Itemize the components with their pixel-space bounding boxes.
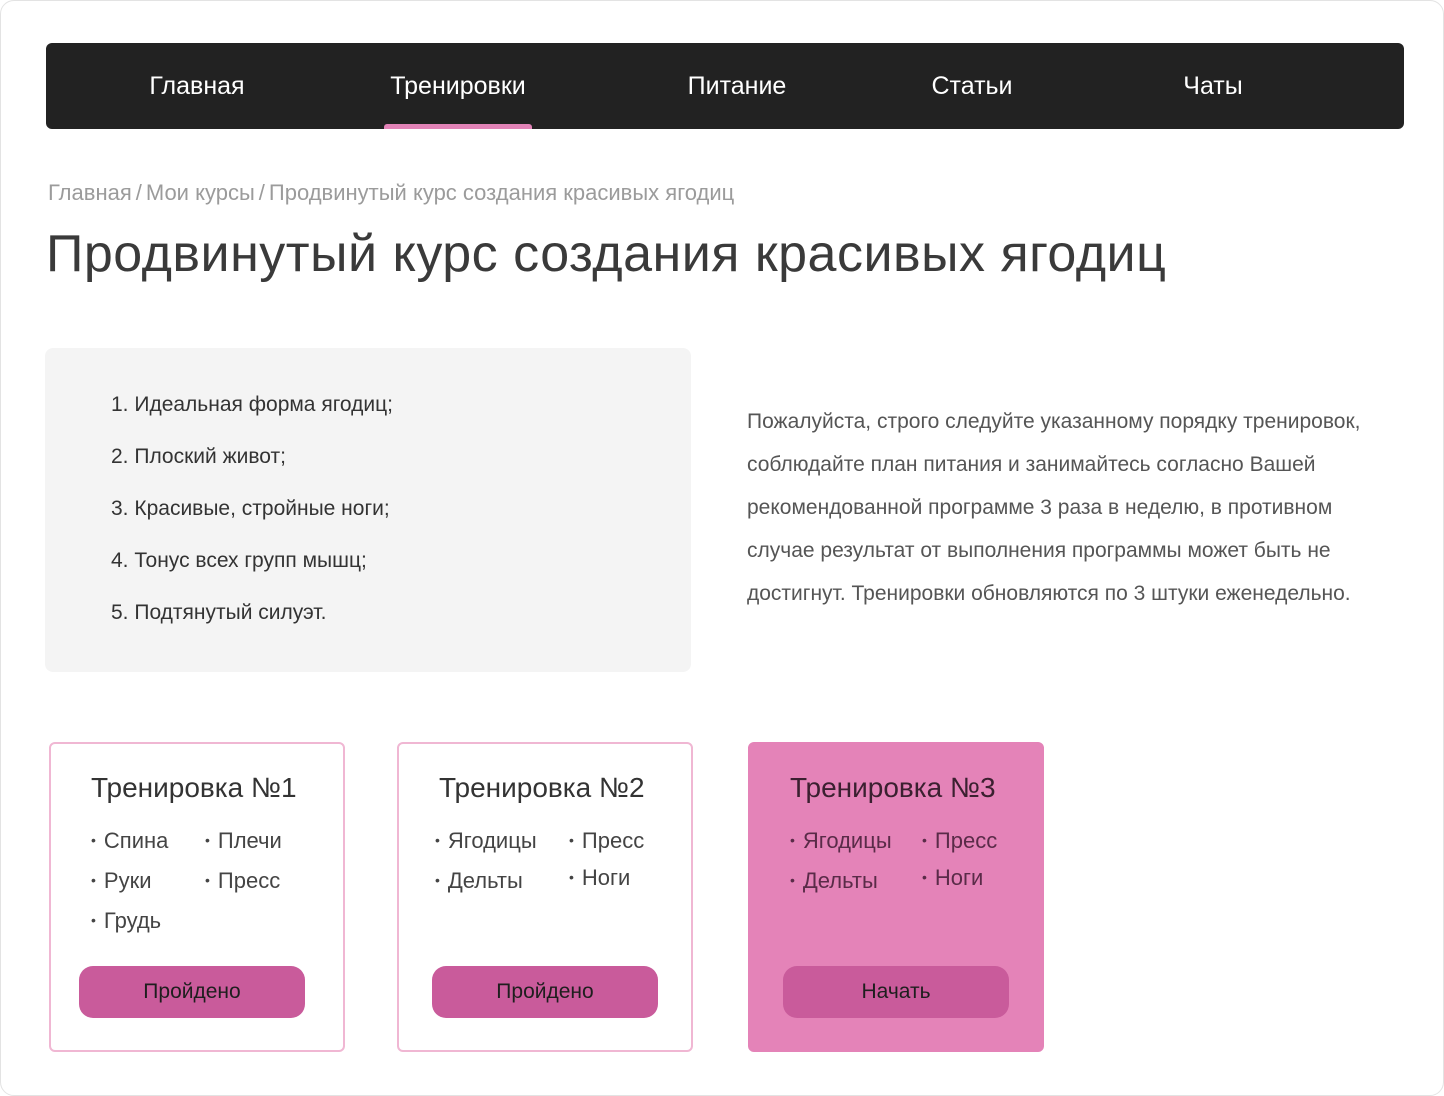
- workout-card-1: Тренировка №1 Спина Плечи Руки Пресс Гру…: [49, 742, 345, 1052]
- muscle-list: Спина Плечи Руки Пресс Грудь: [91, 828, 321, 958]
- benefit-item: 1. Идеальная форма ягодиц;: [111, 393, 393, 416]
- benefit-item: 3. Красивые, стройные ноги;: [111, 497, 390, 520]
- workout-title: Тренировка №2: [439, 772, 645, 803]
- breadcrumb-link-home[interactable]: Главная: [48, 180, 132, 205]
- benefit-item: 2. Плоский живот;: [111, 445, 286, 468]
- workout-start-button[interactable]: Начать: [783, 966, 1009, 1018]
- workout-completed-button[interactable]: Пройдено: [79, 966, 305, 1018]
- muscle-item: Ягодицы: [790, 828, 892, 854]
- benefit-item: 4. Тонус всех групп мышц;: [111, 549, 367, 572]
- muscle-item: Ноги: [569, 865, 630, 891]
- muscle-item: Грудь: [91, 908, 161, 934]
- workout-card-2: Тренировка №2 Ягодицы Пресс Дельты Ноги …: [397, 742, 693, 1052]
- course-notice: Пожалуйста, строго следуйте указанному п…: [747, 410, 1361, 605]
- nav-item-workouts[interactable]: Тренировки: [384, 43, 532, 129]
- page-title: Продвинутый курс создания красивых ягоди…: [46, 225, 1167, 283]
- course-benefits-box: 1. Идеальная форма ягодиц; 2. Плоский жи…: [45, 348, 691, 672]
- breadcrumb-link-my-courses[interactable]: Мои курсы: [146, 180, 255, 205]
- benefits-list: 1. Идеальная форма ягодиц; 2. Плоский жи…: [111, 392, 393, 652]
- muscle-item: Дельты: [790, 868, 878, 894]
- muscle-item: Руки: [91, 868, 152, 894]
- breadcrumb-separator: /: [135, 180, 142, 205]
- muscle-item: Дельты: [435, 868, 523, 894]
- breadcrumb-current: Продвинутый курс создания красивых ягоди…: [268, 180, 735, 205]
- breadcrumb-separator: /: [258, 180, 265, 205]
- benefit-item: 5. Подтянутый силуэт.: [111, 601, 327, 624]
- muscle-item: Ноги: [922, 865, 983, 891]
- nav-item-chats[interactable]: Чаты: [1180, 43, 1246, 129]
- workout-title: Тренировка №1: [91, 772, 297, 803]
- muscle-item: Плечи: [205, 828, 282, 854]
- muscle-list: Ягодицы Пресс Дельты Ноги: [790, 828, 1020, 958]
- workout-card-3: Тренировка №3 Ягодицы Пресс Дельты Ноги …: [748, 742, 1044, 1052]
- muscle-item: Спина: [91, 828, 168, 854]
- top-navigation: Главная Тренировки Питание Статьи Чаты: [46, 43, 1404, 129]
- nav-item-home[interactable]: Главная: [149, 43, 245, 129]
- muscle-item: Ягодицы: [435, 828, 537, 854]
- workout-completed-button[interactable]: Пройдено: [432, 966, 658, 1018]
- muscle-item: Пресс: [922, 828, 997, 854]
- muscle-item: Пресс: [205, 868, 280, 894]
- nav-item-articles[interactable]: Статьи: [929, 43, 1015, 129]
- muscle-item: Пресс: [569, 828, 644, 854]
- breadcrumb: Главная / Мои курсы / Продвинутый курс созда…: [48, 180, 734, 206]
- workout-title: Тренировка №3: [790, 772, 996, 803]
- nav-item-nutrition[interactable]: Питание: [682, 43, 792, 129]
- muscle-list: Ягодицы Пресс Дельты Ноги: [439, 828, 669, 958]
